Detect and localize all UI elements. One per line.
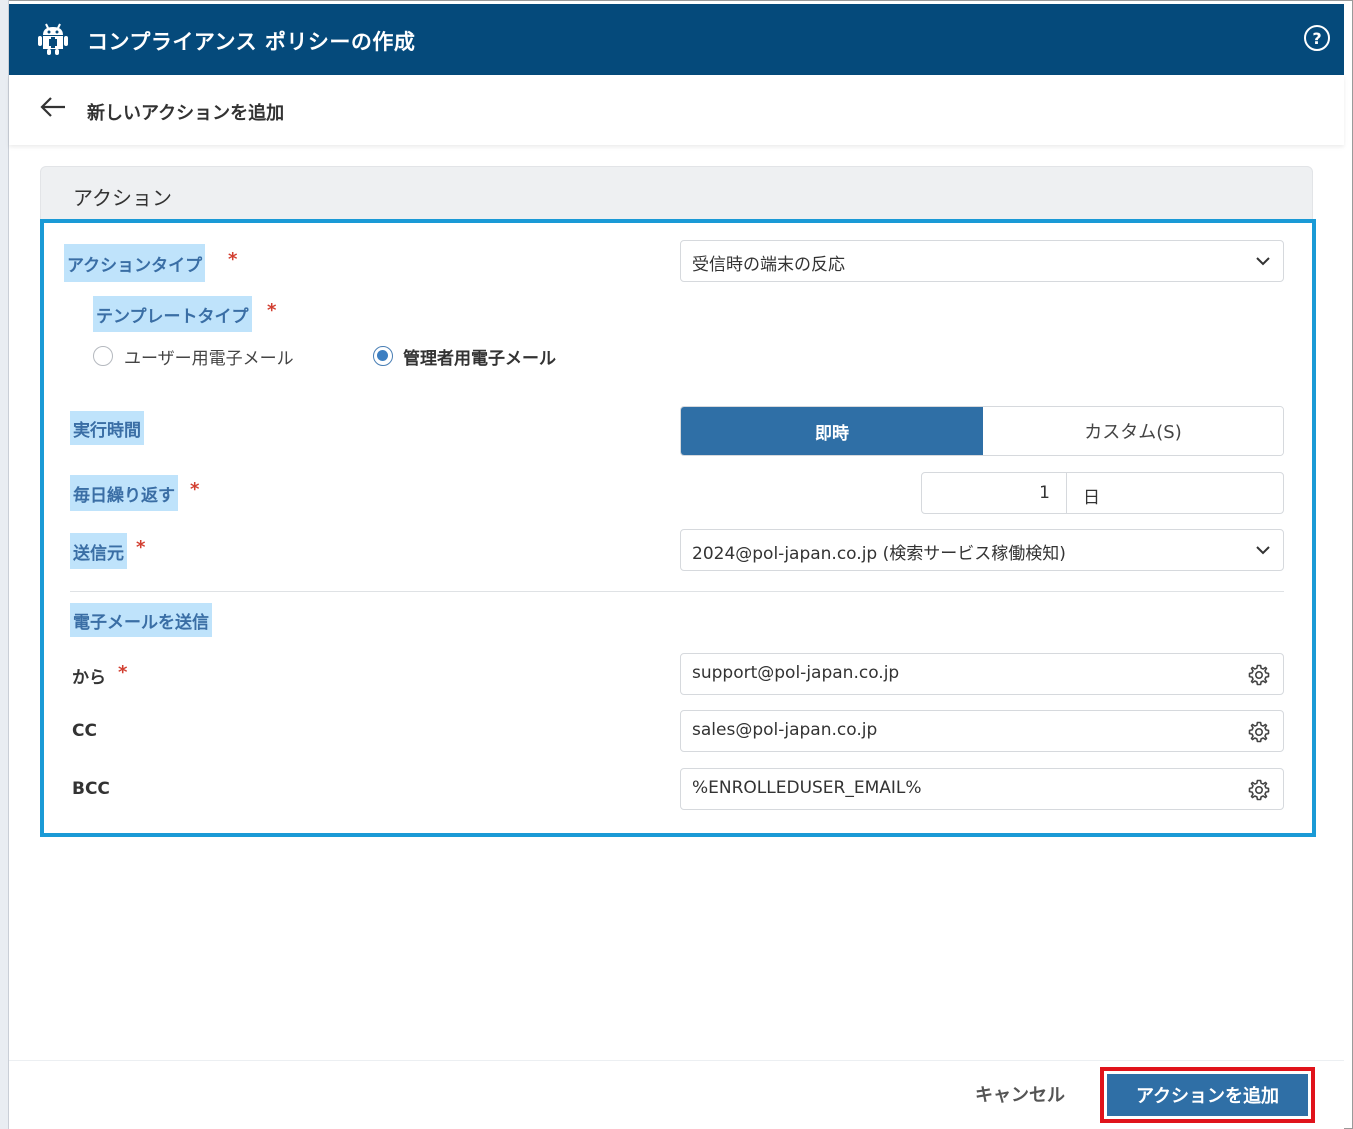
title-bar: コンプライアンス ポリシーの作成 ? [9, 4, 1344, 75]
arrow-left-icon[interactable] [39, 95, 67, 119]
card-header: アクション [40, 166, 1313, 220]
action-type-value: 受信時の端末の反応 [692, 255, 845, 275]
execution-time-label: 実行時間 [70, 411, 144, 445]
from-label: から [72, 668, 106, 688]
admin-email-radio-label: 管理者用電子メール [403, 349, 556, 369]
required-marker: * [228, 249, 238, 270]
action-type-label: アクションタイプ [64, 244, 206, 282]
template-type-label: テンプレートタイプ [93, 296, 252, 332]
sub-header: 新しいアクションを追加 [9, 75, 1344, 145]
user-email-radio-label: ユーザー用電子メール [124, 349, 294, 369]
immediate-option[interactable]: 即時 [681, 407, 983, 455]
custom-option[interactable]: カスタム(S) [983, 407, 1283, 455]
add-action-button[interactable]: アクションを追加 [1107, 1074, 1308, 1116]
chevron-down-icon [1256, 257, 1270, 266]
required-marker: * [267, 300, 277, 321]
repeat-daily-label: 毎日繰り返す [70, 475, 178, 511]
gear-icon[interactable] [1247, 663, 1271, 687]
required-marker: * [190, 479, 200, 500]
background-strip [0, 0, 9, 1129]
bcc-value: %ENROLLEDUSER_EMAIL% [692, 778, 922, 798]
user-email-radio[interactable] [93, 346, 113, 366]
section-divider [70, 591, 1284, 592]
required-marker: * [118, 662, 128, 683]
cc-input[interactable]: sales@pol-japan.co.jp [680, 710, 1284, 752]
help-circle-icon[interactable]: ? [1304, 25, 1330, 51]
sender-select[interactable]: 2024@pol-japan.co.jp (検索サービス稼働検知) [680, 529, 1284, 571]
gear-icon[interactable] [1247, 778, 1271, 802]
action-type-select[interactable]: 受信時の端末の反応 [680, 240, 1284, 282]
sender-value: 2024@pol-japan.co.jp (検索サービス稼働検知) [692, 544, 1066, 564]
repeat-unit-label: 日 [1066, 472, 1284, 514]
cancel-button[interactable]: キャンセル [975, 1081, 1065, 1107]
sender-label: 送信元 [70, 533, 127, 569]
required-marker: * [136, 537, 146, 558]
dialog-footer: キャンセル アクションを追加 [9, 1060, 1344, 1129]
android-robot-icon [38, 23, 68, 55]
card-title: アクション [73, 186, 172, 210]
page-title: コンプライアンス ポリシーの作成 [87, 30, 416, 54]
send-email-label: 電子メールを送信 [70, 603, 212, 637]
action-settings-panel: アクションタイプ * 受信時の端末の反応 テンプレートタイプ * ユーザー用電子… [40, 219, 1316, 837]
chevron-down-icon [1256, 546, 1270, 555]
bcc-input[interactable]: %ENROLLEDUSER_EMAIL% [680, 768, 1284, 810]
cc-value: sales@pol-japan.co.jp [692, 720, 878, 740]
from-value: support@pol-japan.co.jp [692, 663, 900, 683]
add-action-highlight: アクションを追加 [1100, 1067, 1315, 1123]
cc-label: CC [72, 721, 97, 741]
admin-email-radio[interactable] [373, 346, 393, 366]
repeat-count-input[interactable]: 1 [921, 472, 1067, 514]
from-input[interactable]: support@pol-japan.co.jp [680, 653, 1284, 695]
sub-header-title: 新しいアクションを追加 [87, 103, 285, 124]
gear-icon[interactable] [1247, 720, 1271, 744]
bcc-label: BCC [72, 779, 110, 799]
execution-time-toggle: 即時 カスタム(S) [680, 406, 1284, 456]
